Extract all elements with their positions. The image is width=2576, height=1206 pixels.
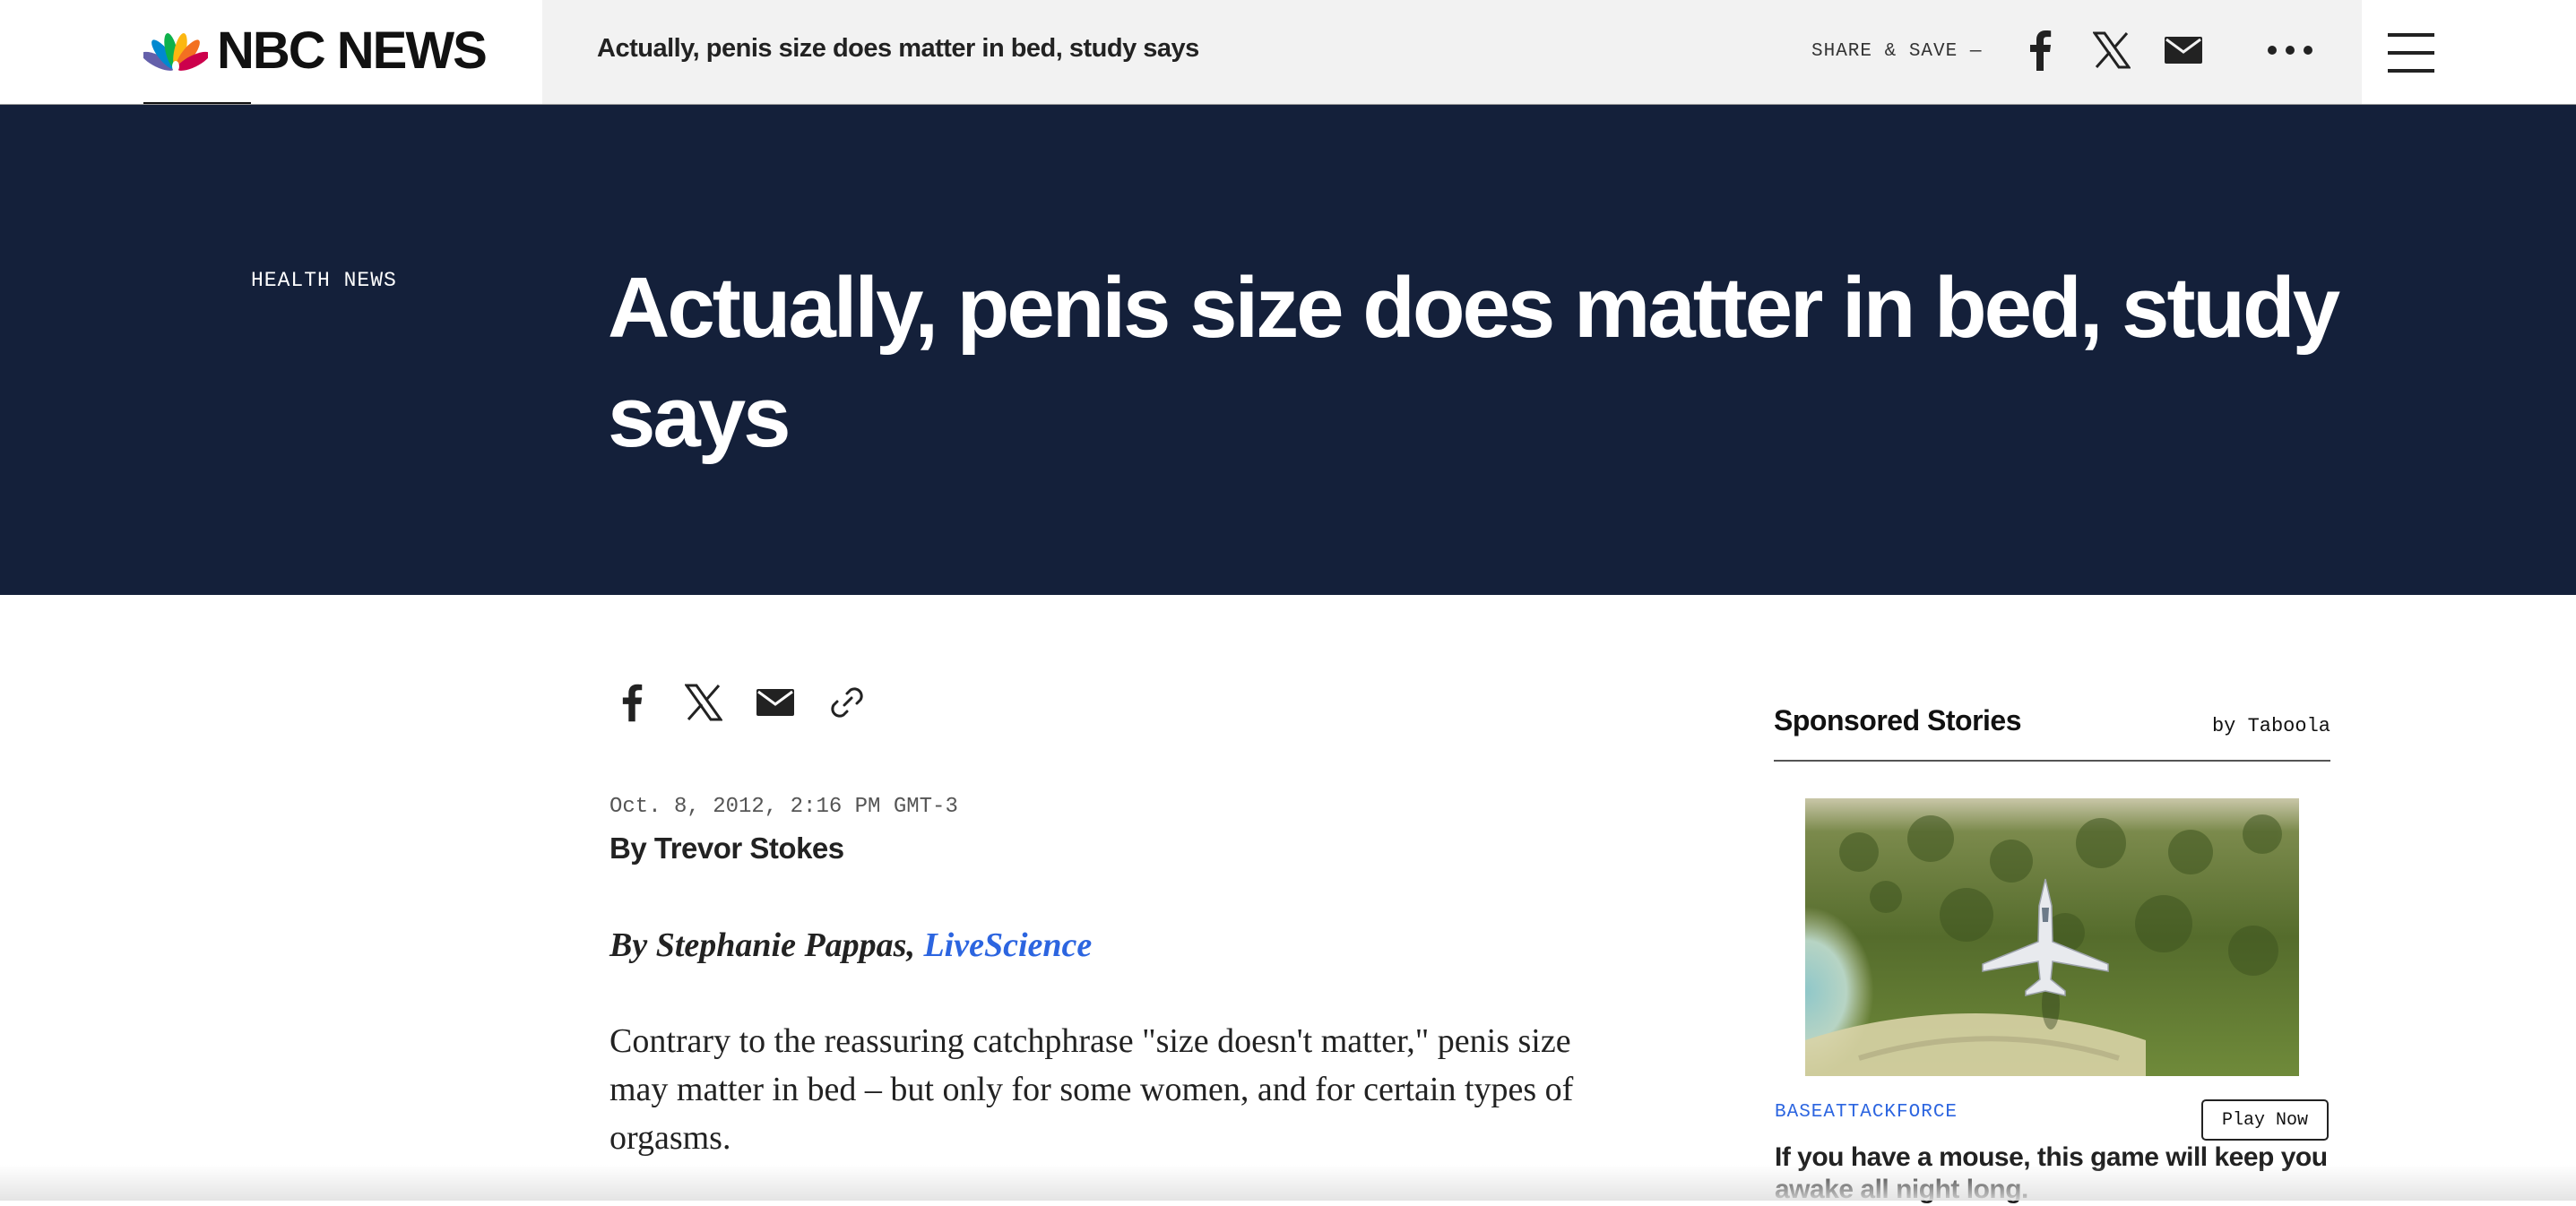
- article-timestamp: Oct. 8, 2012, 2:16 PM GMT-3: [609, 795, 958, 819]
- header-email-button[interactable]: [2160, 27, 2207, 73]
- menu-button[interactable]: [2362, 0, 2460, 105]
- sticky-article-title: Actually, penis size does matter in bed,…: [597, 34, 1199, 63]
- share-save-label: SHARE & SAVE —: [1811, 41, 1983, 62]
- article-share-row: [608, 677, 871, 728]
- taboola-attribution-link[interactable]: by Taboola: [2212, 715, 2330, 737]
- jet-over-island-image: [1805, 798, 2299, 1076]
- section-label-link[interactable]: HEALTH NEWS: [251, 269, 397, 292]
- facebook-icon: [622, 684, 643, 722]
- sponsored-headline-link[interactable]: If you have a mouse, this game will keep…: [1775, 1141, 2330, 1206]
- x-icon: [685, 684, 722, 721]
- article-intro-credit: By Stephanie Pappas, LiveScience: [609, 926, 1092, 965]
- copy-link-button[interactable]: [823, 677, 871, 728]
- logo-link[interactable]: NBC NEWS: [0, 0, 542, 105]
- article-headline: Actually, penis size does matter in bed,…: [608, 260, 2340, 465]
- sponsored-title: Sponsored Stories: [1774, 704, 2022, 737]
- header-more-button[interactable]: [2267, 27, 2313, 73]
- top-nav: NBC NEWS Actually, penis size does matte…: [0, 0, 2576, 105]
- sponsored-image[interactable]: [1805, 798, 2299, 1076]
- x-icon: [2093, 31, 2131, 69]
- play-now-button[interactable]: Play Now: [2201, 1099, 2329, 1141]
- article-paragraph: Contrary to the reassuring catchphrase "…: [609, 1022, 1574, 1157]
- author-link[interactable]: Trevor Stokes: [654, 831, 844, 865]
- logo-wordmark: NBC NEWS: [217, 22, 488, 80]
- intro-credit-text: By Stephanie Pappas,: [609, 926, 915, 964]
- sponsored-header: Sponsored Stories by Taboola: [1774, 701, 2330, 762]
- hamburger-menu-icon: [2388, 32, 2434, 73]
- article-hero: HEALTH NEWS Actually, penis size does ma…: [0, 105, 2576, 595]
- share-facebook-button[interactable]: [608, 677, 656, 728]
- header-x-button[interactable]: [2088, 27, 2135, 73]
- sponsored-source-link[interactable]: BASEATTACKFORCE: [1775, 1102, 1958, 1123]
- facebook-icon: [2030, 30, 2052, 71]
- share-x-button[interactable]: [679, 677, 728, 728]
- link-icon: [831, 687, 863, 718]
- sticky-share-bar: Actually, penis size does matter in bed,…: [542, 0, 2362, 105]
- share-email-button[interactable]: [751, 677, 800, 728]
- more-icon: [2268, 46, 2312, 55]
- byline-prefix: By: [609, 831, 647, 865]
- article-byline: By Trevor Stokes: [609, 831, 844, 866]
- livescience-link[interactable]: LiveScience: [923, 926, 1092, 964]
- header-facebook-button[interactable]: [2017, 27, 2063, 73]
- email-icon: [756, 689, 794, 716]
- email-icon: [2165, 37, 2202, 64]
- nbc-peacock-icon: [143, 33, 208, 72]
